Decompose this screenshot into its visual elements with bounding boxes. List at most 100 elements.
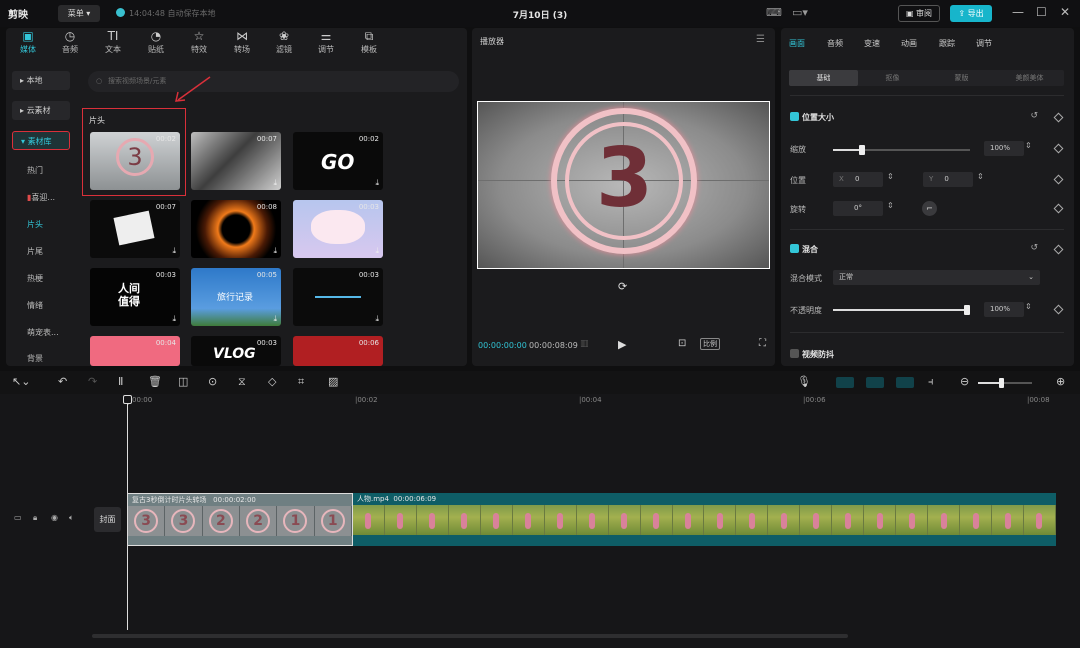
tab-picture[interactable]: 画面 bbox=[789, 38, 805, 49]
subtab-basic[interactable]: 基础 bbox=[789, 70, 858, 86]
keyframe-icon[interactable] bbox=[1053, 203, 1064, 214]
tab-effects[interactable]: ☆ 特效 bbox=[179, 29, 219, 55]
thumb-pastel[interactable]: 00:03 ⤓ bbox=[293, 200, 383, 258]
minimize-icon[interactable]: — bbox=[1012, 5, 1024, 19]
scale-input[interactable]: 100% bbox=[984, 141, 1024, 156]
keyframe-icon[interactable] bbox=[1053, 244, 1064, 255]
keyframe-icon[interactable] bbox=[1053, 174, 1064, 185]
tab-filter[interactable]: ❀ 滤镜 bbox=[264, 29, 304, 55]
opacity-input[interactable]: 100% bbox=[984, 302, 1024, 317]
zoom-slider[interactable] bbox=[978, 378, 1032, 388]
scale-slider[interactable] bbox=[833, 145, 970, 155]
export-button[interactable]: ⇪ 导出 bbox=[950, 5, 992, 22]
tab-speed[interactable]: 变速 bbox=[864, 38, 880, 49]
download-icon[interactable]: ⤓ bbox=[273, 314, 277, 324]
layout-icon[interactable]: ▭▾ bbox=[792, 6, 808, 19]
stepper-icon[interactable]: ⇕ bbox=[887, 201, 894, 210]
close-icon[interactable]: ✕ bbox=[1060, 5, 1070, 19]
thumb-clapper[interactable]: 00:07 ⤓ bbox=[90, 200, 180, 258]
sidebar-item-festival[interactable]: ▮喜迎... bbox=[27, 192, 55, 203]
split-icon[interactable]: Ⅱ bbox=[118, 375, 123, 388]
sidebar-item-hot[interactable]: 热门 bbox=[27, 165, 43, 176]
stepper-icon[interactable]: ⇕ bbox=[1025, 141, 1032, 150]
reset-icon[interactable]: ↺ bbox=[1030, 243, 1038, 253]
sidebar-item-emotion[interactable]: 情绪 bbox=[27, 300, 43, 311]
clip-countdown[interactable]: 复古3秒倒计时片头转场 00:00:02:00 3 3 2 2 1 1 bbox=[127, 493, 353, 546]
thumb-pink[interactable]: 00:04 bbox=[90, 336, 180, 366]
redo-icon[interactable]: ↷ bbox=[88, 375, 97, 388]
download-icon[interactable]: ⤓ bbox=[172, 314, 176, 324]
preview-axis-icon[interactable] bbox=[896, 377, 914, 388]
search-input[interactable]: ○ 搜索视频场景/元素 bbox=[88, 71, 459, 92]
download-icon[interactable]: ⤓ bbox=[273, 178, 277, 188]
sidebar-local[interactable]: ▸ 本地 bbox=[12, 71, 70, 90]
tab-prop-audio[interactable]: 音频 bbox=[827, 38, 843, 49]
maximize-icon[interactable]: ☐ bbox=[1036, 5, 1047, 19]
speaker-icon[interactable]: 🔈︎ bbox=[69, 513, 74, 523]
pos-size-checkbox[interactable]: 位置大小 bbox=[790, 112, 834, 123]
subtab-beauty[interactable]: 美颜美体 bbox=[995, 70, 1064, 86]
tab-sticker[interactable]: ◔ 贴纸 bbox=[136, 29, 176, 55]
download-icon[interactable]: ⤓ bbox=[273, 246, 277, 256]
download-icon[interactable]: ⤓ bbox=[172, 246, 176, 256]
tab-audio[interactable]: ◷ 音频 bbox=[50, 29, 90, 55]
blend-mode-select[interactable]: 正常 ⌄ bbox=[833, 270, 1040, 285]
fullscreen-icon[interactable]: ⛶ bbox=[759, 338, 766, 349]
sidebar-cloud[interactable]: ▸ 云素材 bbox=[12, 101, 70, 120]
stepper-icon[interactable]: ⇕ bbox=[887, 172, 894, 181]
sidebar-library[interactable]: ▾ 素材库 bbox=[12, 131, 70, 150]
split-track-icon[interactable]: ⫞ bbox=[928, 375, 934, 389]
play-icon[interactable]: ▶ bbox=[618, 338, 626, 351]
stabilize-checkbox[interactable]: 视频防抖 bbox=[790, 349, 834, 360]
picture-icon[interactable]: ▨ bbox=[328, 375, 338, 388]
mirror-icon[interactable]: ⧖ bbox=[238, 375, 246, 389]
tab-prop-adjust[interactable]: 调节 bbox=[976, 38, 992, 49]
cover-button[interactable]: 封面 bbox=[94, 507, 121, 532]
rotate-input[interactable]: 0° bbox=[833, 201, 883, 216]
reset-icon[interactable]: ↺ bbox=[1030, 111, 1038, 121]
tab-adjust[interactable]: ⚌ 调节 bbox=[306, 29, 346, 55]
download-icon[interactable]: ⤓ bbox=[375, 246, 379, 256]
track-screen-icon[interactable]: ▭ bbox=[14, 513, 22, 522]
stepper-icon[interactable]: ⇕ bbox=[1025, 302, 1032, 311]
thumb-go[interactable]: GO 00:02 ⤓ bbox=[293, 132, 383, 190]
subtab-mask[interactable]: 蒙版 bbox=[927, 70, 996, 86]
screenshot-icon[interactable]: ⊡ bbox=[678, 338, 686, 349]
crop-icon[interactable]: ⌗ bbox=[298, 375, 304, 389]
download-icon[interactable]: ⤓ bbox=[375, 314, 379, 324]
sidebar-item-background[interactable]: 背景 bbox=[27, 353, 43, 364]
x-input[interactable]: X 0 bbox=[833, 172, 883, 187]
tab-text[interactable]: TI 文本 bbox=[93, 29, 133, 55]
thumb-camera[interactable]: 00:07 ⤓ bbox=[191, 132, 281, 190]
rotate-dial[interactable]: ⌐ bbox=[922, 201, 937, 216]
link-track-icon[interactable] bbox=[836, 377, 854, 388]
thumb-travel[interactable]: 旅行记录 00:05 ⤓ bbox=[191, 268, 281, 326]
ratio-button[interactable]: 比例 bbox=[700, 338, 720, 350]
review-button[interactable]: ▣ 审阅 bbox=[898, 5, 940, 22]
y-input[interactable]: Y 0 bbox=[923, 172, 973, 187]
download-icon[interactable]: ⤓ bbox=[375, 178, 379, 188]
auto-snap-icon[interactable] bbox=[866, 377, 884, 388]
tab-tracking[interactable]: 跟踪 bbox=[939, 38, 955, 49]
zoom-in-icon[interactable]: ⊕ bbox=[1056, 375, 1065, 388]
keyboard-icon[interactable]: ⌨ bbox=[766, 6, 782, 19]
sidebar-item-pets[interactable]: 萌宠表... bbox=[27, 327, 59, 338]
subtab-cutout[interactable]: 抠像 bbox=[858, 70, 927, 86]
time-ruler[interactable]: 00:00 |00:02 |00:04 |00:06 |00:08 bbox=[128, 396, 1068, 408]
tab-transition[interactable]: ⋈ 转场 bbox=[222, 29, 262, 55]
delete-icon[interactable]: 🗑 bbox=[148, 375, 162, 388]
thumb-vlog[interactable]: VLOG 00:03 bbox=[191, 336, 281, 366]
waveform-icon[interactable]: ▥ bbox=[580, 339, 589, 349]
clip-person[interactable]: 人物.mp4 00:00:06:09 bbox=[353, 493, 1056, 546]
stepper-icon[interactable]: ⇕ bbox=[977, 172, 984, 181]
keyframe-icon[interactable] bbox=[1053, 112, 1064, 123]
thumb-fire-ring[interactable]: 00:08 ⤓ bbox=[191, 200, 281, 258]
horizontal-scrollbar[interactable] bbox=[92, 634, 848, 638]
rotate-icon[interactable]: ◇ bbox=[268, 375, 276, 388]
thumb-calligraphy[interactable]: 人间 值得 00:03 ⤓ bbox=[90, 268, 180, 326]
undo-icon[interactable]: ↶ bbox=[58, 375, 67, 388]
rotate-handle-icon[interactable]: ⟳ bbox=[618, 280, 627, 293]
blend-checkbox[interactable]: 混合 bbox=[790, 244, 818, 255]
tab-template[interactable]: ⧉ 模板 bbox=[349, 29, 389, 55]
freeze-icon[interactable]: ◫ bbox=[178, 375, 188, 388]
